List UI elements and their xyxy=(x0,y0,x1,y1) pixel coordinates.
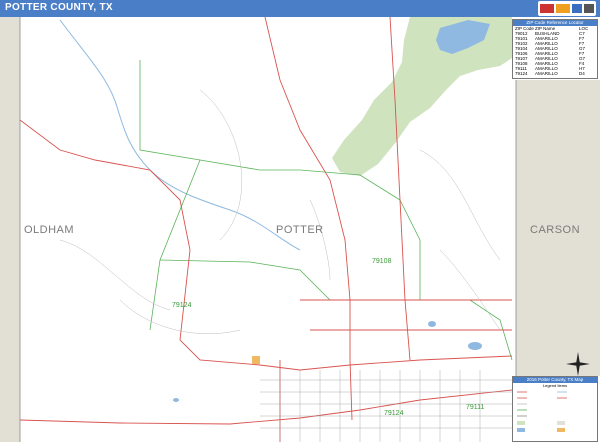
zip-label: 79111 xyxy=(466,404,485,411)
logo-mark xyxy=(540,4,594,13)
county-label-carson: CARSON xyxy=(530,224,581,236)
map-legend: 2016 Potter County, TX Map Legend Items xyxy=(512,376,598,442)
zip-label: 79124 xyxy=(172,302,192,309)
publisher-logo xyxy=(538,1,596,16)
compass-rose-icon xyxy=(566,352,590,376)
map-title: POTTER COUNTY, TX xyxy=(5,2,113,13)
playa-lake-3 xyxy=(173,398,179,402)
zip-label: 79124 xyxy=(384,410,404,417)
county-label-oldham: OLDHAM xyxy=(24,224,75,236)
title-bar: POTTER COUNTY, TX xyxy=(0,0,600,17)
airport-marker xyxy=(252,356,260,364)
zip-legend-row: 79124 AMARILLO D4 xyxy=(515,71,585,76)
zip-label: 79108 xyxy=(372,258,392,265)
zip-reference-legend: ZIP Code Reference Locator ZIP Code ZIP … xyxy=(512,19,598,79)
county-label-potter: POTTER xyxy=(276,224,324,236)
legend-symbols xyxy=(517,391,567,432)
playa-lake-2 xyxy=(428,321,436,327)
playa-lake-1 xyxy=(468,342,482,350)
